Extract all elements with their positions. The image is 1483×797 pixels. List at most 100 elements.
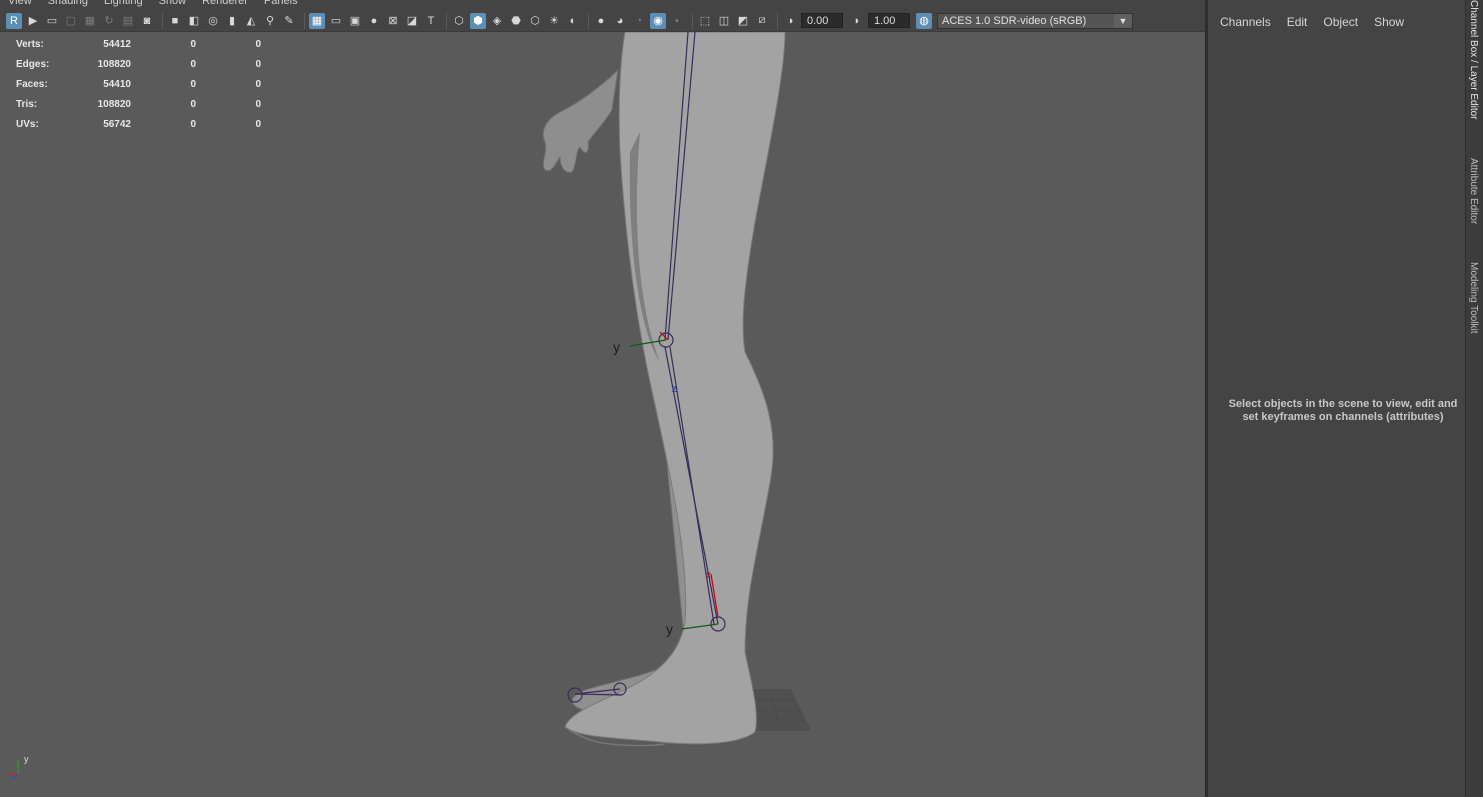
anti-alias-icon[interactable]: ◔ (631, 13, 647, 29)
hud-value: 0 (255, 118, 261, 130)
light-options-icon[interactable]: ◐ (565, 13, 581, 29)
exposure-icon[interactable]: ◑ (782, 13, 798, 29)
bookmark-icon[interactable]: ▮ (224, 13, 240, 29)
hud-value: 54410 (103, 78, 131, 90)
toolbar-separator (304, 12, 305, 29)
image-plane-icon[interactable]: ◭ (243, 13, 259, 29)
hud-label: Edges: (16, 58, 50, 70)
xray-icon[interactable]: ◫ (716, 13, 732, 29)
film-gate-toggle-icon[interactable]: ▭ (328, 13, 344, 29)
gate-mask-icon[interactable]: ▦ (82, 13, 98, 29)
hud-value: 0 (255, 38, 261, 50)
tab-channel-box-layer-editor[interactable]: Channel Box / Layer Editor (1468, 0, 1479, 120)
gamma-icon[interactable]: ◗ (849, 13, 865, 29)
gizmo-y-label: y (24, 754, 29, 764)
hud-value: 108820 (97, 98, 131, 110)
hud-value: 0 (255, 78, 261, 90)
camera-lock-icon[interactable]: ◧ (186, 13, 202, 29)
hud-label: Tris: (16, 98, 38, 110)
motion-blur-icon[interactable]: ◕ (612, 13, 628, 29)
film-gate-icon[interactable]: ▭ (44, 13, 60, 29)
grid-icon[interactable]: ▦ (309, 12, 325, 29)
joint-axis-y-knee: y (613, 339, 620, 355)
hud-label: Verts: (16, 38, 44, 50)
safe-action-toggle-icon[interactable]: ◪ (404, 13, 420, 29)
hud-row-tris: Tris: 108820 0 0 (16, 94, 261, 114)
resolution-toggle-icon[interactable]: ▣ (347, 13, 363, 29)
menu-object[interactable]: Object (1323, 15, 1358, 29)
hud-value: 0 (190, 98, 196, 110)
pencil-icon[interactable]: ✎ (281, 13, 297, 29)
hud-label: Faces: (16, 78, 48, 90)
wireframe-icon[interactable]: ⬡ (451, 13, 467, 29)
ambient-occlusion-icon[interactable]: ● (593, 13, 609, 29)
menu-lighting[interactable]: Lighting (96, 0, 151, 8)
safe-title-icon[interactable]: T (423, 13, 439, 29)
hud-row-faces: Faces: 54410 0 0 (16, 74, 261, 94)
menu-panels[interactable]: Panels (256, 0, 306, 8)
menu-edit[interactable]: Edit (1287, 15, 1308, 29)
viewport-toolbar: R ▶ ▭ ▢ ▦ ↻ ▤ ◙ ■ ◧ ◎ ▮ ◭ ⚲ ✎ ▦ ▭ ▣ ● ⊠ … (0, 10, 1205, 32)
gamma-field[interactable]: 1.00 (868, 13, 910, 28)
hud-value: 56742 (103, 118, 131, 130)
use-lights-icon[interactable]: ☀ (546, 13, 562, 29)
color-management-icon[interactable]: ◍ (916, 12, 932, 29)
camera-icon[interactable]: ■ (167, 13, 183, 29)
hud-value: 0 (190, 78, 196, 90)
channel-box-panel: Channels Edit Object Show Select objects… (1205, 0, 1465, 797)
hud-value: 0 (255, 98, 261, 110)
toolbar-separator (446, 12, 447, 29)
field-chart-toggle-icon[interactable]: ⊠ (385, 13, 401, 29)
character-mesh[interactable]: y y z x (0, 32, 1205, 797)
poly-count-hud: Verts: 54412 0 0 Edges: 108820 0 0 Faces… (16, 34, 261, 134)
3d-viewport[interactable]: y y z x Verts: 54412 0 0 Edges: 108820 0… (0, 32, 1205, 797)
depth-of-field-icon[interactable]: ◉ (650, 12, 666, 29)
color-space-dropdown[interactable]: ACES 1.0 SDR-video (sRGB) ▼ (937, 12, 1133, 29)
hud-value: 0 (190, 118, 196, 130)
select-camera-icon[interactable]: R (6, 12, 22, 29)
channel-box-menu: Channels Edit Object Show (1220, 15, 1420, 29)
menu-channels[interactable]: Channels (1220, 15, 1271, 29)
render-view-icon[interactable]: ▶ (25, 13, 41, 29)
channel-box-empty-message: Select objects in the scene to view, edi… (1228, 398, 1458, 423)
hud-row-uvs: UVs: 56742 0 0 (16, 114, 261, 134)
field-chart-icon[interactable]: ↻ (101, 13, 117, 29)
menu-renderer[interactable]: Renderer (194, 0, 256, 8)
camera-attr-icon[interactable]: ◎ (205, 13, 221, 29)
shadows-icon[interactable]: ⬡ (527, 13, 543, 29)
menu-show[interactable]: Show (151, 0, 195, 8)
joint-axis-x-label: x (706, 570, 711, 581)
hud-row-verts: Verts: 54412 0 0 (16, 34, 261, 54)
xray-joints-icon[interactable]: ◩ (735, 13, 751, 29)
gate-toggle-icon[interactable]: ● (366, 13, 382, 29)
smooth-shade-icon[interactable]: ⬢ (470, 12, 486, 29)
joint-axis-y-ankle: y (666, 621, 673, 637)
exposure-field[interactable]: 0.00 (801, 13, 843, 28)
toolbar-separator (588, 12, 589, 29)
menu-show-channels[interactable]: Show (1374, 15, 1404, 29)
tab-attribute-editor[interactable]: Attribute Editor (1468, 158, 1479, 224)
toolbar-separator (162, 12, 163, 29)
isolate-icon[interactable]: ⬚ (697, 13, 713, 29)
hud-value: 108820 (97, 58, 131, 70)
snapshot-icon[interactable]: ◙ (139, 13, 155, 29)
hud-value: 54412 (103, 38, 131, 50)
tab-modeling-toolkit[interactable]: Modeling Toolkit (1468, 262, 1479, 334)
xray-active-icon[interactable]: ⧄ (754, 13, 770, 29)
menu-view[interactable]: View (0, 0, 40, 8)
hud-value: 0 (190, 38, 196, 50)
hud-label: UVs: (16, 118, 39, 130)
hud-row-edges: Edges: 108820 0 0 (16, 54, 261, 74)
textured-icon[interactable]: ⬣ (508, 13, 524, 29)
side-tab-bar: Channel Box / Layer Editor Attribute Edi… (1465, 0, 1483, 797)
resolution-gate-icon[interactable]: ▢ (63, 13, 79, 29)
menu-shading[interactable]: Shading (40, 0, 96, 8)
hud-value: 0 (190, 58, 196, 70)
chevron-down-icon: ▼ (1114, 13, 1132, 28)
hud-value: 0 (255, 58, 261, 70)
isolate-select-icon[interactable]: ⚲ (262, 13, 278, 29)
wireframe-on-shaded-icon[interactable]: ◈ (489, 13, 505, 29)
hand-mesh (542, 68, 619, 173)
safe-action-icon[interactable]: ▤ (120, 13, 136, 29)
hardware-fog-icon[interactable]: ▪ (669, 13, 685, 29)
